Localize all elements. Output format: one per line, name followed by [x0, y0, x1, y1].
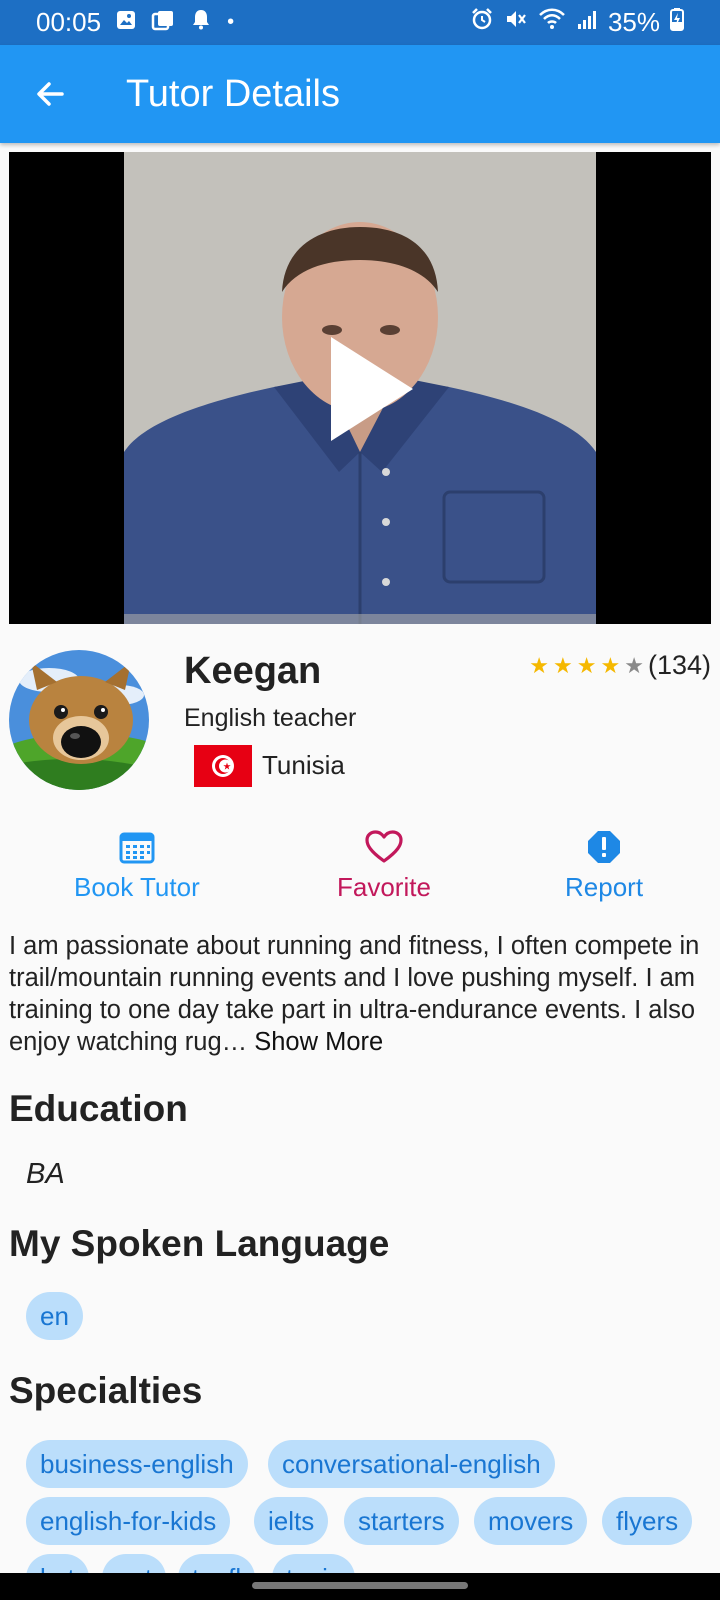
intro-video-player[interactable]: [9, 152, 711, 624]
tutor-country: Tunisia: [262, 750, 345, 780]
tutor-name: Keegan: [184, 650, 322, 692]
rating-count: (134): [647, 650, 711, 680]
gallery-icon: [115, 7, 137, 38]
notification-bell-icon: [189, 7, 213, 38]
specialty-chip: ielts: [254, 1497, 329, 1545]
star-icon: ★: [600, 652, 621, 678]
report-button[interactable]: Report: [565, 830, 643, 903]
status-bar: 00:05 • 35%: [0, 0, 720, 45]
languages-heading: My Spoken Language: [9, 1223, 390, 1264]
mute-icon: [504, 7, 528, 38]
avatar: [9, 650, 149, 790]
play-icon: [331, 337, 413, 441]
action-row: Book Tutor Favorite Report: [0, 830, 720, 910]
specialty-chip: conversational-english: [268, 1440, 555, 1488]
arrow-back-icon: [37, 82, 64, 106]
wifi-icon: [538, 7, 566, 38]
app-bar: Tutor Details: [0, 45, 720, 143]
specialty-chip: business-english: [26, 1440, 248, 1488]
book-tutor-label: Book Tutor: [74, 872, 200, 902]
tutor-role: English teacher: [184, 704, 357, 732]
signal-icon: [576, 7, 598, 38]
show-more-link[interactable]: Show More: [254, 1028, 383, 1056]
battery-percent: 35%: [607, 7, 660, 37]
specialty-chip: english-for-kids: [26, 1497, 231, 1545]
copy-icon: [151, 7, 175, 38]
language-chip: en: [26, 1292, 83, 1340]
favorite-button[interactable]: Favorite: [337, 830, 431, 903]
star-empty-icon: ★: [624, 652, 644, 678]
specialty-chip: starters: [344, 1497, 459, 1545]
specialty-chip: flyers: [602, 1497, 693, 1545]
battery-charging-icon: [670, 7, 684, 38]
status-dot: •: [227, 11, 235, 33]
tunisia-flag-icon: [194, 745, 252, 787]
calendar-icon: [119, 832, 155, 864]
system-navigation-bar: [0, 1573, 720, 1600]
star-icon: ★: [553, 652, 573, 678]
rating: ★ ★ ★ ★ ★ (134): [529, 650, 711, 681]
home-gesture-handle[interactable]: [252, 1582, 468, 1589]
education-heading: Education: [9, 1088, 188, 1129]
favorite-label: Favorite: [337, 872, 431, 902]
alarm-icon: [470, 7, 494, 38]
tutor-bio: I am passionate about running and fitnes…: [9, 930, 709, 1058]
heart-outline-icon: [365, 830, 403, 863]
star-icon: ★: [576, 652, 597, 678]
report-alert-icon: [588, 831, 621, 863]
back-button[interactable]: [0, 45, 100, 143]
education-value: BA: [26, 1158, 65, 1190]
specialties-heading: Specialties: [9, 1370, 203, 1411]
status-time: 00:05: [36, 7, 102, 37]
page-title: Tutor Details: [126, 72, 340, 115]
star-icon: ★: [529, 652, 550, 678]
play-button[interactable]: [327, 334, 417, 444]
book-tutor-button[interactable]: Book Tutor: [74, 830, 200, 903]
specialty-chip: movers: [474, 1497, 588, 1545]
report-label: Report: [565, 872, 644, 902]
